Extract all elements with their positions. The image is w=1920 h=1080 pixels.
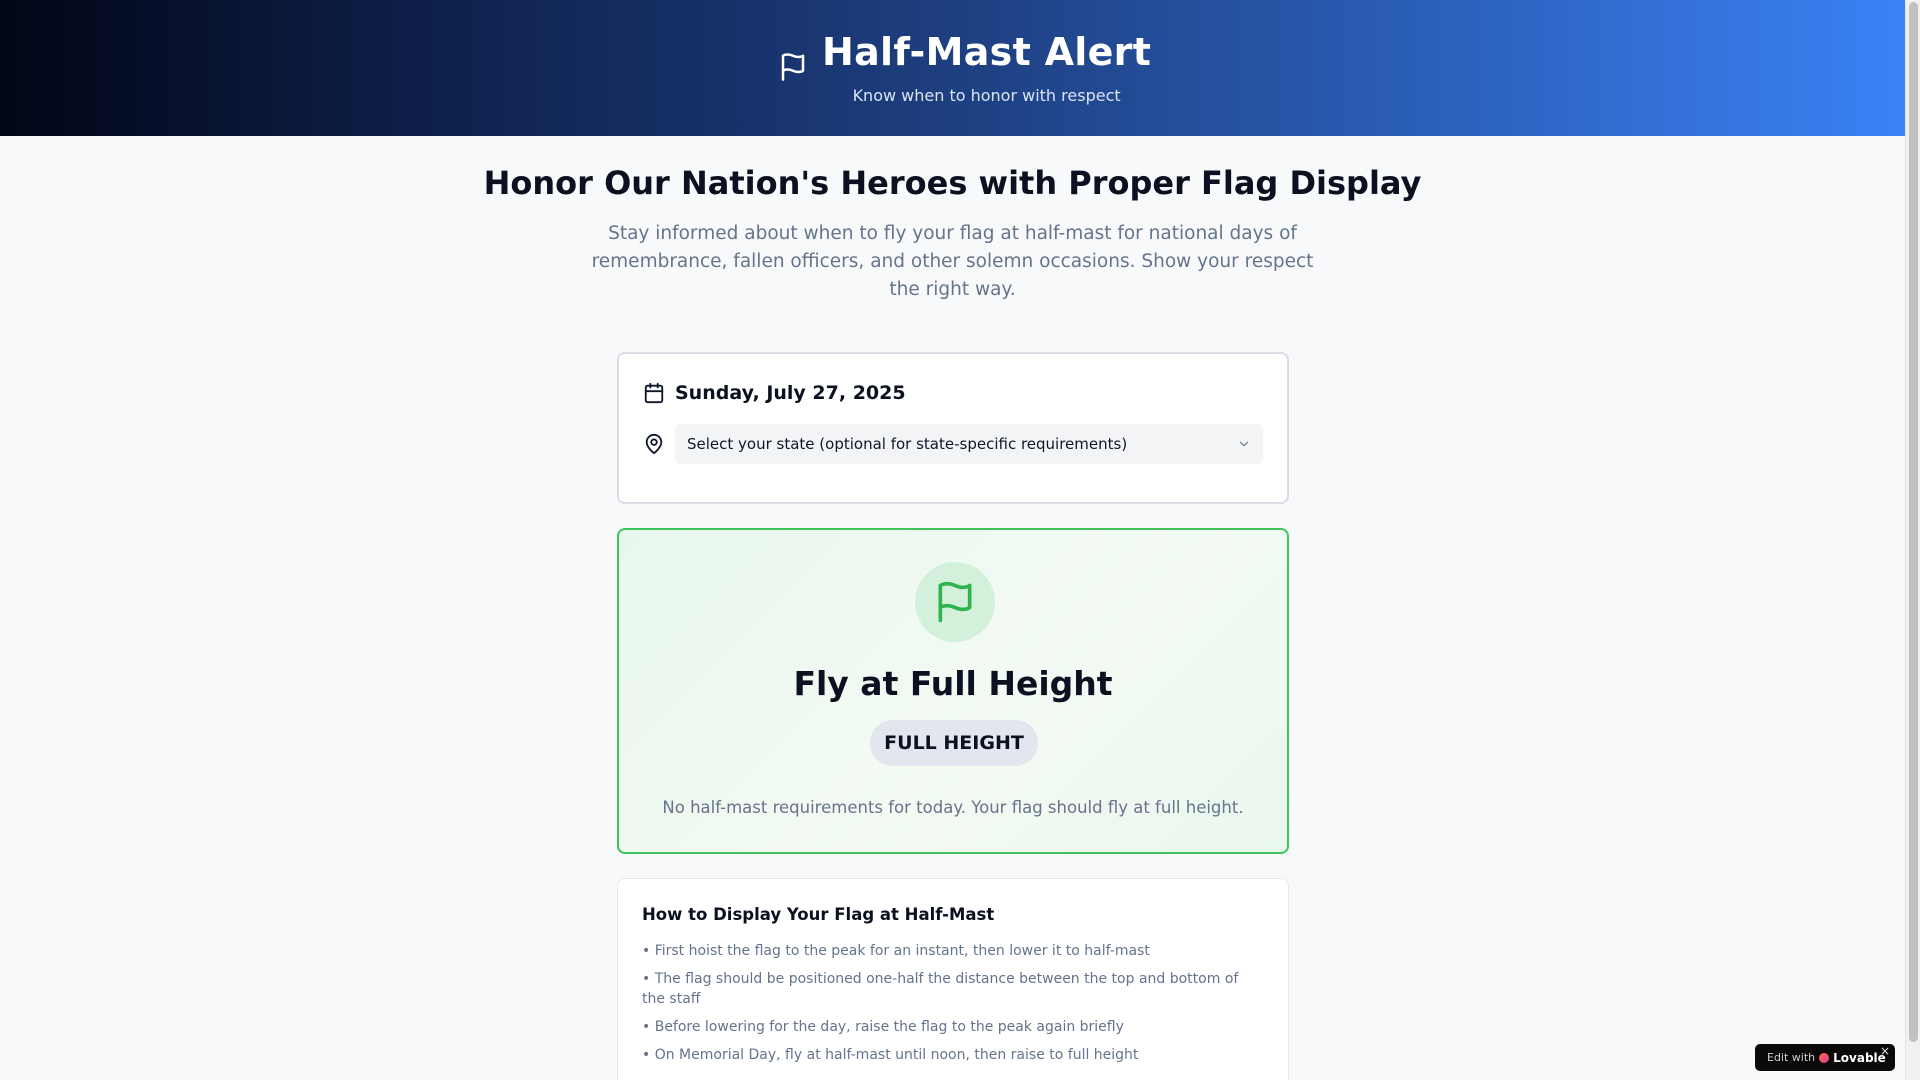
status-title: Fly at Full Height xyxy=(793,664,1113,703)
list-item: • Before lowering for the day, raise the… xyxy=(642,1019,1124,1035)
badge-prefix: Edit with xyxy=(1767,1051,1816,1064)
state-select-value: Select your state (optional for state-sp… xyxy=(687,435,1128,453)
page-intro: Stay informed about when to fly your fla… xyxy=(591,223,1314,300)
status-badge: FULL HEIGHT xyxy=(870,720,1038,766)
flag-icon xyxy=(938,581,972,623)
guide-title: How to Display Your Flag at Half-Mast xyxy=(642,905,995,924)
page-title: Honor Our Nation's Heroes with Proper Fl… xyxy=(483,164,1422,202)
status-message: No half-mast requirements for today. You… xyxy=(662,798,1244,817)
flag-icon xyxy=(781,53,805,81)
list-item: • The flag should be positioned one-half… xyxy=(642,971,1239,1007)
guide-card: How to Display Your Flag at Half-Mast • … xyxy=(617,878,1289,1080)
brand: Half-Mast Alert Know when to honor with … xyxy=(778,30,1151,105)
date-row: Sunday, July 27, 2025 xyxy=(643,382,906,404)
close-icon[interactable]: × xyxy=(1880,1044,1890,1058)
app-subtitle: Know when to honor with respect xyxy=(852,86,1121,105)
list-item: • First hoist the flag to the peak for a… xyxy=(642,943,1150,959)
heart-icon xyxy=(1819,1052,1830,1063)
badge-brand: Lovable xyxy=(1833,1050,1886,1065)
app-title: Half-Mast Alert xyxy=(822,30,1152,74)
map-pin-icon xyxy=(645,433,663,455)
list-item: • On Memorial Day, fly at half-mast unti… xyxy=(642,1047,1139,1063)
state-row: Select your state (optional for state-sp… xyxy=(643,424,1263,464)
scrollbar-thumb[interactable] xyxy=(1909,2,1918,1042)
chevron-down-icon xyxy=(1239,441,1249,447)
edit-with-lovable-button[interactable]: Edit with Lovable × xyxy=(1755,1044,1895,1071)
status-card: Fly at Full Height FULL HEIGHT No half-m… xyxy=(617,528,1289,854)
state-select[interactable]: Select your state (optional for state-sp… xyxy=(675,424,1263,464)
calendar-icon xyxy=(644,382,664,404)
date-card: Sunday, July 27, 2025 Select your state … xyxy=(617,352,1289,504)
current-date: Sunday, July 27, 2025 xyxy=(675,382,906,404)
status-icon-circle xyxy=(915,562,995,642)
app-header: Half-Mast Alert Know when to honor with … xyxy=(0,0,1905,136)
guide-list: • First hoist the flag to the peak for a… xyxy=(642,941,1262,1073)
page-scrollbar[interactable] xyxy=(1905,0,1920,1080)
